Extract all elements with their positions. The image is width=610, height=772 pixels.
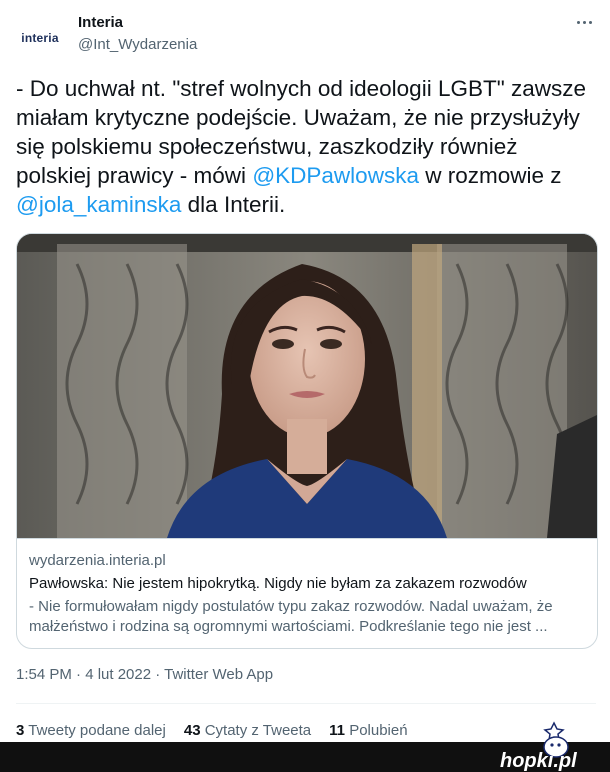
tweet-stats: 3 Tweety podane dalej 43 Cytaty z Tweeta… xyxy=(16,722,408,739)
retweets-label: Tweety podane dalej xyxy=(28,722,166,739)
likes-count: 11 xyxy=(329,722,346,739)
tweet-text-part-3: dla Interii. xyxy=(181,192,286,217)
quotes-stat[interactable]: 43 Cytaty z Tweeta xyxy=(184,722,311,739)
more-horizontal-icon[interactable] xyxy=(572,12,596,32)
card-description: - Nie formułowałam nigdy postulatów typu… xyxy=(29,598,553,635)
portrait-photo xyxy=(17,234,597,538)
card-meta[interactable]: wydarzenia.interia.pl Pawłowska: Nie jes… xyxy=(17,538,597,648)
likes-label: Polubień xyxy=(349,722,408,739)
account-handle[interactable]: @Int_Wydarzenia xyxy=(78,36,197,53)
card-title: Pawłowska: Nie jestem hipokrytką. Nigdy … xyxy=(29,575,527,592)
retweets-stat[interactable]: 3 Tweety podane dalej xyxy=(16,722,166,739)
mention-kdpawlowska[interactable]: @KDPawlowska xyxy=(252,163,419,188)
likes-stat[interactable]: 11 Polubień xyxy=(329,722,407,739)
card-image[interactable] xyxy=(17,234,597,538)
divider xyxy=(16,703,596,704)
card-domain: wydarzenia.interia.pl xyxy=(29,552,166,569)
watermark-text: hopki.pl xyxy=(500,750,577,772)
tweet-timestamp[interactable]: 1:54 PM · 4 lut 2022 · Twitter Web App xyxy=(16,666,273,683)
hopki-watermark: hopki.pl xyxy=(492,715,602,772)
tweet-text: - Do uchwał nt. "stref wolnych od ideolo… xyxy=(16,74,596,219)
retweets-count: 3 xyxy=(16,722,25,739)
mention-jola-kaminska[interactable]: @jola_kaminska xyxy=(16,192,181,217)
avatar-logo-text: interia xyxy=(21,31,59,45)
quotes-count: 43 xyxy=(183,722,201,739)
link-preview-card[interactable]: wydarzenia.interia.pl Pawłowska: Nie jes… xyxy=(16,233,598,649)
avatar[interactable]: interia xyxy=(16,14,64,62)
tweet-text-part-2: w rozmowie z xyxy=(418,163,562,188)
watermark-logo: hopki.pl xyxy=(500,721,577,772)
quotes-label: Cytaty z Tweeta xyxy=(204,722,312,739)
account-name[interactable]: Interia xyxy=(78,14,123,31)
tweet-header: interia Interia @Int_Wydarzenia xyxy=(16,10,596,62)
